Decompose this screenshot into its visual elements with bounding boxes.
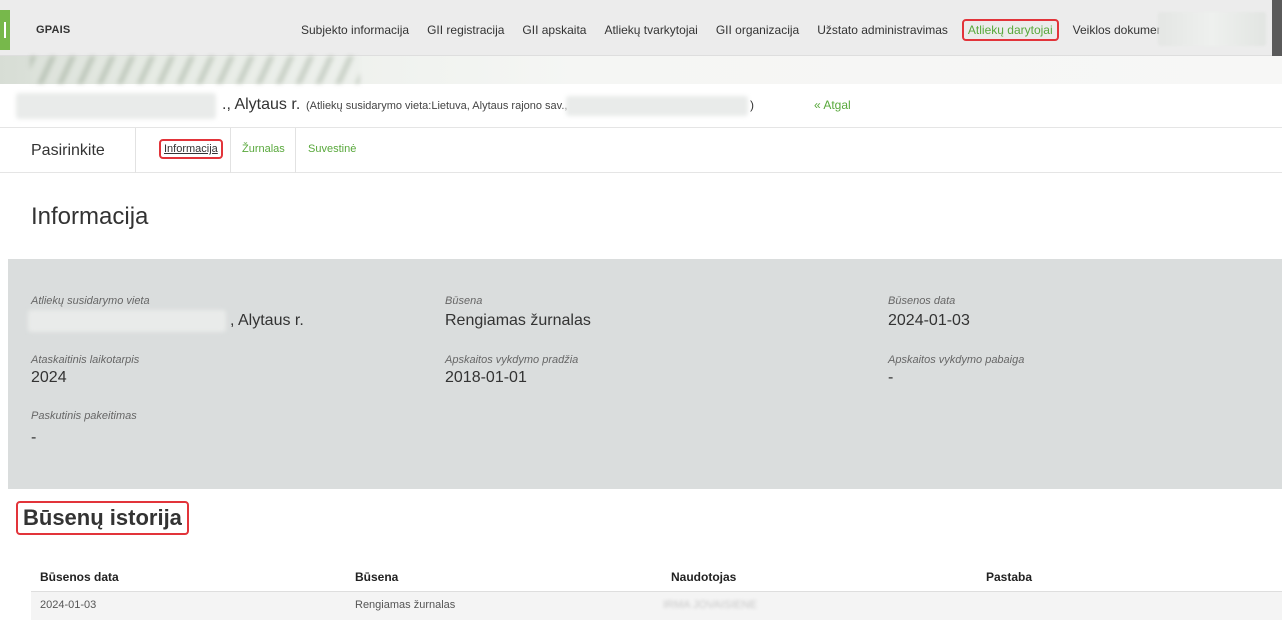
place-value: , Alytaus r. bbox=[230, 312, 304, 329]
nav-item-gii-apskaita[interactable]: GII apskaita bbox=[513, 19, 595, 41]
column-header-date[interactable]: Būsenos data bbox=[40, 570, 119, 584]
nav-item-gii-organizacija[interactable]: GII organizacija bbox=[707, 19, 808, 41]
page-title: Informacija bbox=[31, 203, 149, 230]
info-panel: Atliekų susidarymo vieta , Alytaus r. Bū… bbox=[8, 259, 1282, 489]
column-header-user[interactable]: Naudotojas bbox=[671, 570, 736, 584]
period-label: Ataskaitinis laikotarpis bbox=[31, 354, 140, 366]
start-value: 2018-01-01 bbox=[445, 369, 527, 386]
place-label: Atliekų susidarymo vieta bbox=[31, 295, 150, 307]
back-link[interactable]: « Atgal bbox=[814, 98, 851, 112]
status-value: Rengiamas žurnalas bbox=[445, 312, 591, 329]
header-banner bbox=[0, 56, 1282, 84]
row-user: IRMA JOVAISIENE bbox=[663, 599, 757, 611]
tab-suvestine[interactable]: Suvestinė bbox=[308, 143, 356, 155]
subject-header: ., Alytaus r. (Atliekų susidarymo vieta:… bbox=[0, 84, 1282, 128]
nav-item-atlieku-tvarkytojai[interactable]: Atliekų tvarkytojai bbox=[595, 19, 706, 41]
redacted-subject-address bbox=[566, 96, 748, 116]
user-menu[interactable] bbox=[1158, 12, 1266, 46]
status-date-value: 2024-01-03 bbox=[888, 312, 970, 329]
tab-zurnalas[interactable]: Žurnalas bbox=[242, 143, 285, 155]
nav-item-uzstato-administravimas[interactable]: Užstato administravimas bbox=[808, 19, 957, 41]
status-label: Būsena bbox=[445, 295, 483, 307]
column-header-status[interactable]: Būsena bbox=[355, 570, 398, 584]
column-header-note[interactable]: Pastaba bbox=[986, 570, 1032, 584]
last-change-label: Paskutinis pakeitimas bbox=[31, 410, 137, 422]
sub-tabs: Pasirinkite Informacija Žurnalas Suvesti… bbox=[0, 128, 1282, 173]
tab-informacija[interactable]: Informacija bbox=[159, 139, 223, 159]
tab-divider bbox=[295, 128, 296, 173]
nav-item-gii-registracija[interactable]: GII registracija bbox=[418, 19, 513, 41]
history-table-header: Būsenos data Būsena Naudotojas Pastaba bbox=[31, 562, 1282, 592]
logo-icon bbox=[0, 10, 10, 50]
period-value: 2024 bbox=[31, 369, 67, 386]
main-nav: Subjekto informacija GII registracija GI… bbox=[292, 19, 1185, 41]
tab-divider bbox=[135, 128, 136, 173]
history-title: Būsenų istorija bbox=[16, 501, 189, 535]
start-label: Apskaitos vykdymo pradžia bbox=[445, 354, 579, 366]
subject-place: (Atliekų susidarymo vieta:Lietuva, Alyta… bbox=[306, 100, 568, 112]
row-status: Rengiamas žurnalas bbox=[355, 599, 456, 611]
table-row[interactable]: 2024-01-03 Rengiamas žurnalas IRMA JOVAI… bbox=[31, 592, 1282, 620]
end-value: - bbox=[888, 369, 894, 386]
row-date: 2024-01-03 bbox=[40, 599, 97, 611]
nav-item-atlieku-darytojai[interactable]: Atliekų darytojai bbox=[961, 19, 1059, 41]
subject-town: ., Alytaus r. bbox=[222, 96, 301, 113]
end-label: Apskaitos vykdymo pabaiga bbox=[888, 354, 1025, 366]
subject-close-paren: ) bbox=[750, 98, 754, 112]
brand-name[interactable]: GPAIS bbox=[36, 24, 70, 36]
choose-label: Pasirinkite bbox=[31, 142, 105, 159]
navbar-edge bbox=[1272, 0, 1282, 56]
redacted-subject-name bbox=[16, 93, 216, 119]
nav-item-subjekto-informacija[interactable]: Subjekto informacija bbox=[292, 19, 418, 41]
tab-divider bbox=[230, 128, 231, 173]
redacted-place bbox=[28, 310, 226, 332]
last-change-value: - bbox=[31, 429, 37, 446]
top-navbar: GPAIS Subjekto informacija GII registrac… bbox=[0, 0, 1282, 56]
status-date-label: Būsenos data bbox=[888, 295, 956, 307]
